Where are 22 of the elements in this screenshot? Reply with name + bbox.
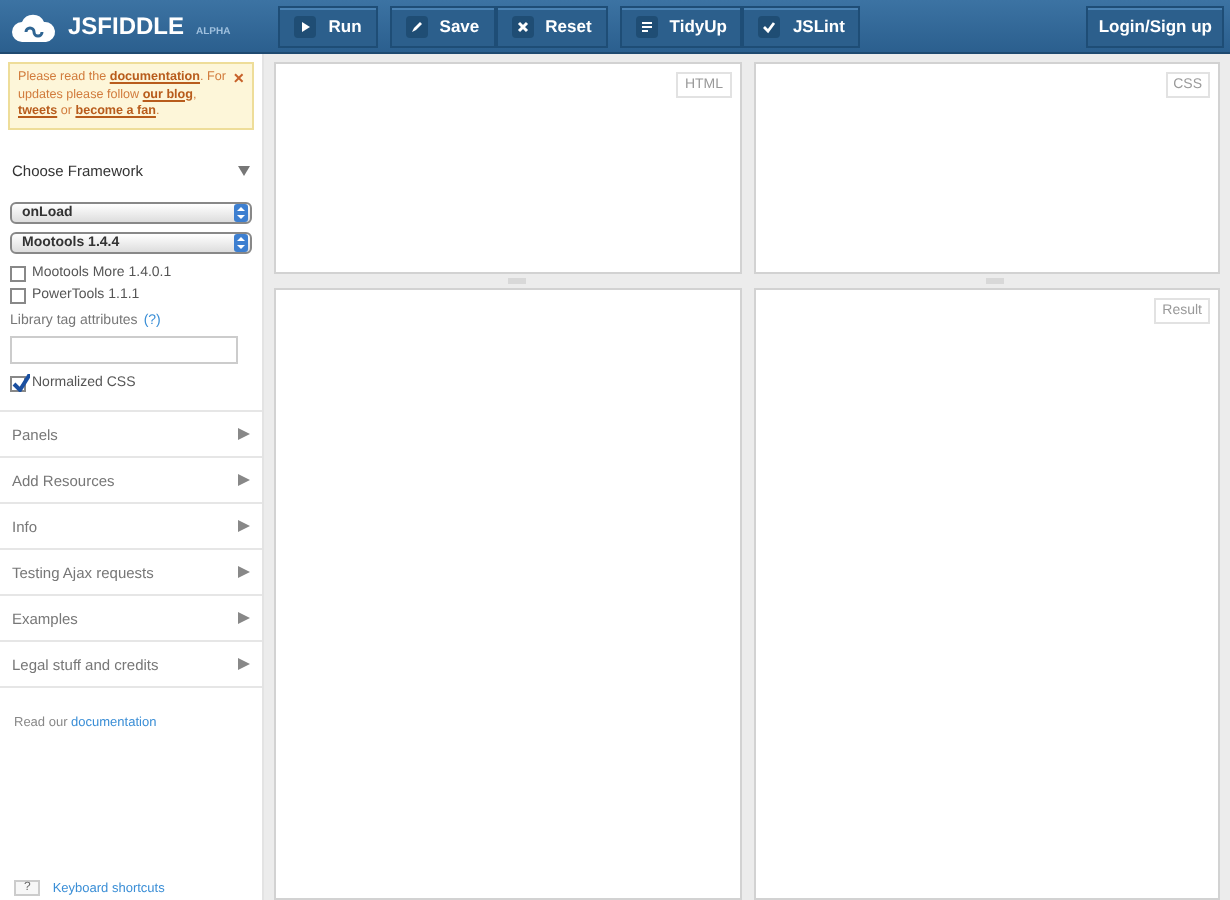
checkbox[interactable] — [10, 265, 26, 281]
toolbar-button[interactable]: Run — [278, 5, 378, 47]
check-icon — [12, 373, 30, 391]
cloud-logo-icon — [12, 11, 56, 41]
editor-panel[interactable] — [274, 288, 741, 900]
stepper-icon — [234, 234, 248, 252]
check-icon — [758, 15, 781, 37]
login-button[interactable]: Login/Sign up — [1086, 5, 1224, 47]
checkbox[interactable] — [10, 375, 26, 391]
toolbar-button[interactable]: Save — [389, 5, 496, 47]
input-field[interactable] — [10, 336, 238, 364]
play-icon — [294, 15, 317, 37]
stepper-icon — [234, 204, 248, 222]
logo-text: JSFIDDLE — [68, 12, 185, 40]
lines-icon — [635, 15, 658, 37]
pencil-icon — [405, 15, 428, 37]
toolbar-button[interactable]: JSLint — [742, 5, 861, 47]
cross-icon — [511, 15, 534, 37]
toolbar-button[interactable]: TidyUp — [619, 5, 743, 47]
close-button[interactable]: × — [233, 70, 244, 86]
toolbar-button[interactable]: Reset — [495, 5, 608, 47]
checkbox[interactable] — [10, 287, 26, 303]
